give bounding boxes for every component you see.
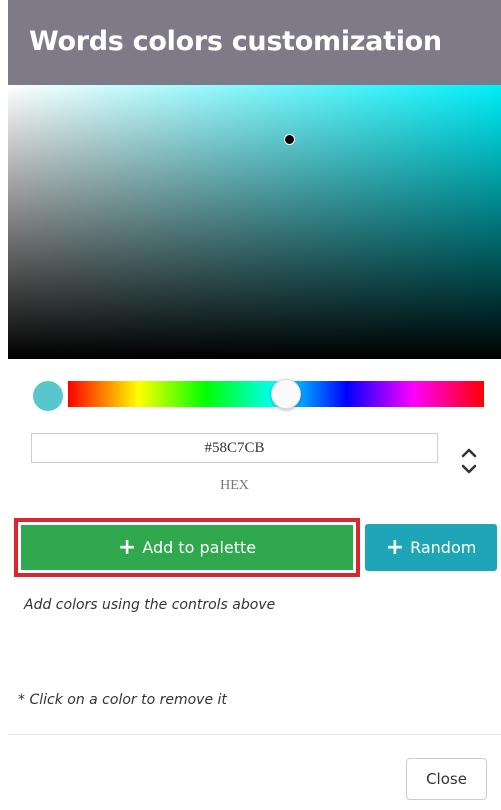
words-colors-dialog: Words colors customization HEX + Add to … xyxy=(8,0,501,810)
random-label: Random xyxy=(410,538,477,557)
close-button[interactable]: Close xyxy=(406,758,487,800)
dialog-header: Words colors customization xyxy=(8,0,501,85)
plus-icon: + xyxy=(117,534,137,560)
remove-color-note: * Click on a color to remove it xyxy=(18,692,227,708)
saturation-value-handle[interactable] xyxy=(284,134,295,145)
plus-icon: + xyxy=(385,534,405,560)
saturation-value-area[interactable] xyxy=(8,85,501,359)
color-mode-label: HEX xyxy=(220,478,249,493)
color-preview-swatch xyxy=(33,381,63,411)
hex-color-input[interactable] xyxy=(31,433,438,463)
palette-empty-hint: Add colors using the controls above xyxy=(24,597,276,613)
hue-slider-handle[interactable] xyxy=(271,379,301,409)
dialog-title: Words colors customization xyxy=(29,26,442,57)
chevron-up-down-icon xyxy=(461,448,477,474)
footer-divider xyxy=(8,734,501,735)
color-mode-toggle[interactable] xyxy=(458,444,480,478)
random-color-button[interactable]: + Random xyxy=(365,524,497,571)
add-to-palette-button[interactable]: + Add to palette xyxy=(21,525,353,570)
add-to-palette-label: Add to palette xyxy=(142,538,257,557)
